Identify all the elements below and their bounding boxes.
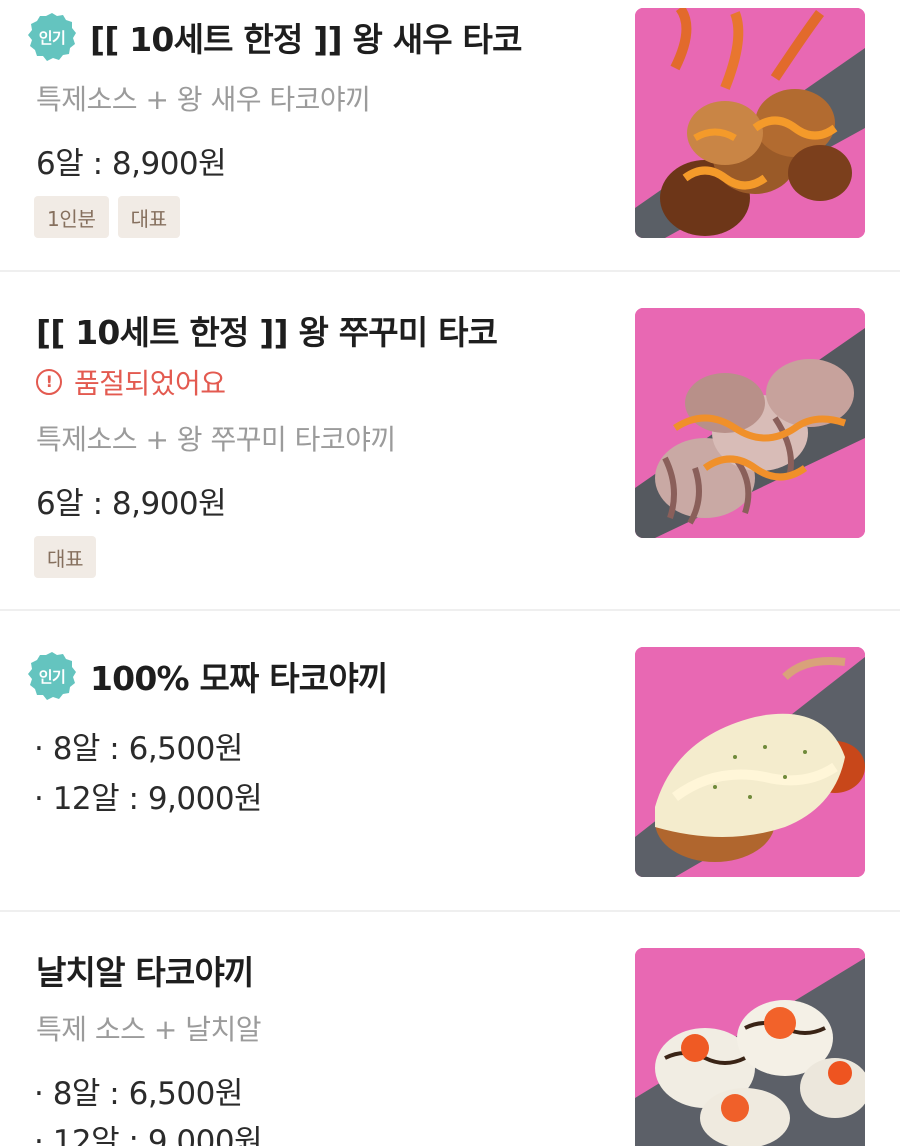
item-title: 날치알 타코야끼 — [36, 953, 254, 992]
tag-list: 1인분 대표 — [34, 196, 180, 238]
baby-octopus-takoyaki-photo — [635, 308, 865, 538]
title-row: 인기 100% 모짜 타코야끼 — [26, 647, 388, 705]
item-price: 6알 : 8,900원 — [36, 486, 227, 522]
item-title: [[ 10세트 한정 ]] 왕 쭈꾸미 타코 — [36, 313, 498, 352]
mozzarella-takoyaki-photo — [635, 647, 865, 877]
tag-list: 대표 — [34, 536, 97, 578]
item-description: 특제소스 + 왕 쭈꾸미 타코야끼 — [36, 423, 396, 456]
menu-item-flying-fish-roe-takoyaki[interactable]: 날치알 타코야끼 특제 소스 + 날치알 · 8알 : 6,500원 · 12알… — [0, 912, 900, 1146]
soldout-notice: ! 품절되었어요 — [36, 362, 226, 402]
tag-serving: 1인분 — [34, 196, 109, 238]
flying-fish-roe-takoyaki-photo — [635, 948, 865, 1146]
menu-item-mozzarella-takoyaki[interactable]: 인기 100% 모짜 타코야끼 · 8알 : 6,500원 · 12알 : 9,… — [0, 611, 900, 911]
item-description: 특제소스 + 왕 새우 타코야끼 — [36, 83, 371, 116]
price-line-8: · 8알 : 6,500원 — [34, 731, 243, 767]
item-title: [[ 10세트 한정 ]] 왕 새우 타코 — [90, 20, 522, 59]
shrimp-takoyaki-photo — [635, 8, 865, 238]
item-price: 6알 : 8,900원 — [36, 146, 227, 182]
tag-signature: 대표 — [117, 196, 180, 238]
price-line-12: · 12알 : 9,000원 — [34, 1124, 263, 1146]
menu-item-octopus-taco[interactable]: [[ 10세트 한정 ]] 왕 쭈꾸미 타코 ! 품절되었어요 특제소스 + 왕… — [0, 272, 900, 610]
title-row: 인기 [[ 10세트 한정 ]] 왕 새우 타코 — [26, 8, 522, 66]
exclamation-icon: ! — [36, 369, 62, 395]
popular-badge: 인기 — [26, 650, 78, 702]
price-line-8: · 8알 : 6,500원 — [34, 1076, 243, 1112]
soldout-text: 품절되었어요 — [74, 367, 226, 400]
menu-item-shrimp-taco[interactable]: 인기 [[ 10세트 한정 ]] 왕 새우 타코 특제소스 + 왕 새우 타코야… — [0, 0, 900, 272]
item-description: 특제 소스 + 날치알 — [36, 1013, 261, 1046]
price-line-12: · 12알 : 9,000원 — [34, 781, 263, 817]
item-title: 100% 모짜 타코야끼 — [90, 659, 388, 698]
popular-badge: 인기 — [26, 11, 78, 63]
tag-signature: 대표 — [34, 536, 97, 578]
